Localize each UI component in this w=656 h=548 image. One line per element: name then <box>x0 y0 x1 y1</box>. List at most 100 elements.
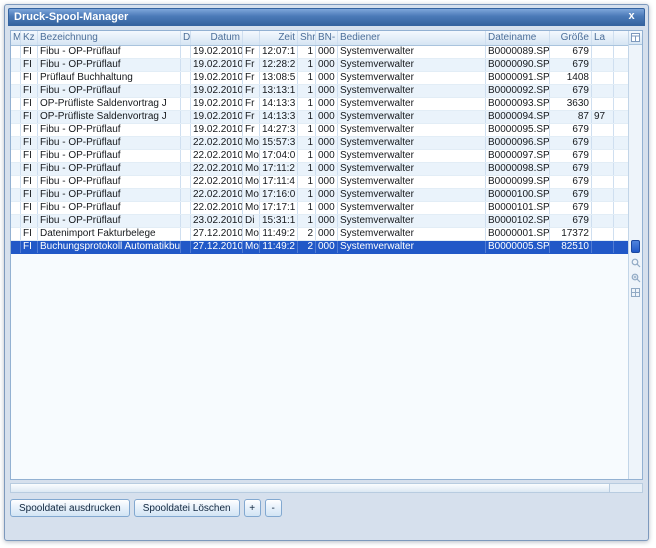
column-header-kz[interactable]: Kz <box>21 31 38 45</box>
close-icon[interactable]: x <box>624 10 639 24</box>
column-header-groesse[interactable]: Größe <box>550 31 592 45</box>
table-row[interactable]: FIBuchungsprotokoll Automatikbuc27.12.20… <box>11 241 628 254</box>
spool-file-table: MKzBezeichnungDDatum ZeitShrBN-BedienerDa… <box>10 30 643 480</box>
table-row[interactable]: FIFibu - OP-Prüflauf22.02.2010Mo17:11:21… <box>11 163 628 176</box>
cell-zeit: 14:27:3 <box>260 124 298 136</box>
print-spoolfile-button[interactable]: Spooldatei ausdrucken <box>10 499 130 517</box>
column-header-dateiname[interactable]: Dateiname <box>486 31 550 45</box>
cell-bediener: Systemverwalter <box>338 137 486 149</box>
cell-dateiname: B0000101.SPO <box>486 202 550 214</box>
cell-bn: 000 <box>316 150 338 162</box>
column-select-icon[interactable] <box>629 31 642 45</box>
cell-bezeichnung: OP-Prüfliste Saldenvortrag J <box>38 98 181 110</box>
table-main: MKzBezeichnungDDatum ZeitShrBN-BedienerDa… <box>11 31 628 479</box>
plus-button[interactable]: + <box>244 499 261 517</box>
cell-la: 97 <box>592 111 614 123</box>
table-row[interactable]: FIFibu - OP-Prüflauf19.02.2010Fr13:13:11… <box>11 85 628 98</box>
cell-bediener: Systemverwalter <box>338 228 486 240</box>
horizontal-scrollbar[interactable] <box>10 483 643 493</box>
table-row[interactable]: FIFibu - OP-Prüflauf19.02.2010Fr12:07:11… <box>11 46 628 59</box>
cell-dateiname: B0000102.SPO <box>486 215 550 227</box>
column-header-shr[interactable]: Shr <box>298 31 316 45</box>
cell-filler <box>614 137 628 149</box>
column-header-day[interactable] <box>243 31 260 45</box>
zoom-icon[interactable] <box>630 272 641 283</box>
cell-groesse: 679 <box>550 215 592 227</box>
cell-zeit: 13:13:1 <box>260 85 298 97</box>
titlebar[interactable]: Druck-Spool-Manager x <box>8 8 645 26</box>
cell-datum: 19.02.2010 <box>191 124 243 136</box>
cell-d <box>181 59 191 71</box>
minus-button[interactable]: - <box>265 499 282 517</box>
table-row[interactable]: FIOP-Prüfliste Saldenvortrag J19.02.2010… <box>11 98 628 111</box>
cell-la <box>592 46 614 58</box>
cell-datum: 27.12.2010 <box>191 228 243 240</box>
cell-day: Fr <box>243 98 260 110</box>
cell-zeit: 17:11:2 <box>260 163 298 175</box>
vertical-scrollbar[interactable] <box>628 31 642 479</box>
cell-d <box>181 189 191 201</box>
column-header-bediener[interactable]: Bediener <box>338 31 486 45</box>
column-header-d[interactable]: D <box>181 31 191 45</box>
cell-dateiname: B0000089.SPO <box>486 46 550 58</box>
table-row[interactable]: FIFibu - OP-Prüflauf19.02.2010Fr12:28:21… <box>11 59 628 72</box>
cell-zeit: 12:07:1 <box>260 46 298 58</box>
cell-datum: 22.02.2010 <box>191 150 243 162</box>
cell-bezeichnung: Prüflauf Buchhaltung <box>38 72 181 84</box>
cell-bediener: Systemverwalter <box>338 176 486 188</box>
table-row[interactable]: FIFibu - OP-Prüflauf23.02.2010Di15:31:11… <box>11 215 628 228</box>
cell-bediener: Systemverwalter <box>338 163 486 175</box>
column-header-datum[interactable]: Datum <box>191 31 243 45</box>
scrollbar-thumb[interactable] <box>631 240 640 253</box>
cell-day: Fr <box>243 111 260 123</box>
cell-zeit: 11:49:2 <box>260 241 298 253</box>
druck-spool-manager-window: Druck-Spool-Manager x MKzBezeichnungDDat… <box>4 4 649 541</box>
cell-shr: 1 <box>298 163 316 175</box>
table-header: MKzBezeichnungDDatum ZeitShrBN-BedienerDa… <box>11 31 628 46</box>
cell-bezeichnung: Fibu - OP-Prüflauf <box>38 202 181 214</box>
column-header-bezeichnung[interactable]: Bezeichnung <box>38 31 181 45</box>
table-row[interactable]: FIFibu - OP-Prüflauf19.02.2010Fr14:27:31… <box>11 124 628 137</box>
cell-day: Mo <box>243 202 260 214</box>
cell-la <box>592 176 614 188</box>
cell-groesse: 679 <box>550 137 592 149</box>
column-header-m[interactable]: M <box>11 31 21 45</box>
cell-filler <box>614 85 628 97</box>
cell-la <box>592 189 614 201</box>
cell-bezeichnung: Fibu - OP-Prüflauf <box>38 137 181 149</box>
grid-icon[interactable] <box>630 287 641 298</box>
column-header-zeit[interactable]: Zeit <box>260 31 298 45</box>
cell-zeit: 17:11:4 <box>260 176 298 188</box>
delete-spoolfile-button[interactable]: Spooldatei Löschen <box>134 499 240 517</box>
cell-zeit: 14:13:3 <box>260 111 298 123</box>
cell-dateiname: B0000095.SPO <box>486 124 550 136</box>
cell-bediener: Systemverwalter <box>338 241 486 253</box>
cell-la <box>592 98 614 110</box>
cell-bezeichnung: Buchungsprotokoll Automatikbuc <box>38 241 181 253</box>
cell-m <box>11 98 21 110</box>
search-icon[interactable] <box>630 257 641 268</box>
cell-day: Mo <box>243 163 260 175</box>
cell-m <box>11 59 21 71</box>
table-row[interactable]: FIFibu - OP-Prüflauf22.02.2010Mo17:11:41… <box>11 176 628 189</box>
cell-kz: FI <box>21 241 38 253</box>
table-row[interactable]: FIPrüflauf Buchhaltung19.02.2010Fr13:08:… <box>11 72 628 85</box>
cell-day: Fr <box>243 46 260 58</box>
column-header-bn[interactable]: BN- <box>316 31 338 45</box>
table-row[interactable]: FIOP-Prüfliste Saldenvortrag J19.02.2010… <box>11 111 628 124</box>
table-row[interactable]: FIFibu - OP-Prüflauf22.02.2010Mo17:16:01… <box>11 189 628 202</box>
cell-la <box>592 163 614 175</box>
cell-m <box>11 85 21 97</box>
table-row[interactable]: FIFibu - OP-Prüflauf22.02.2010Mo17:17:11… <box>11 202 628 215</box>
cell-filler <box>614 98 628 110</box>
table-row[interactable]: FIFibu - OP-Prüflauf22.02.2010Mo17:04:01… <box>11 150 628 163</box>
cell-bezeichnung: Fibu - OP-Prüflauf <box>38 46 181 58</box>
cell-dateiname: B0000094.SPO <box>486 111 550 123</box>
table-row[interactable]: FIDatenimport Fakturbelege27.12.2010Mo11… <box>11 228 628 241</box>
client-area: MKzBezeichnungDDatum ZeitShrBN-BedienerDa… <box>8 28 645 537</box>
table-row[interactable]: FIFibu - OP-Prüflauf22.02.2010Mo15:57:31… <box>11 137 628 150</box>
cell-bn: 000 <box>316 215 338 227</box>
cell-la <box>592 124 614 136</box>
horizontal-scrollbar-thumb[interactable] <box>11 484 610 492</box>
column-header-la[interactable]: La <box>592 31 614 45</box>
